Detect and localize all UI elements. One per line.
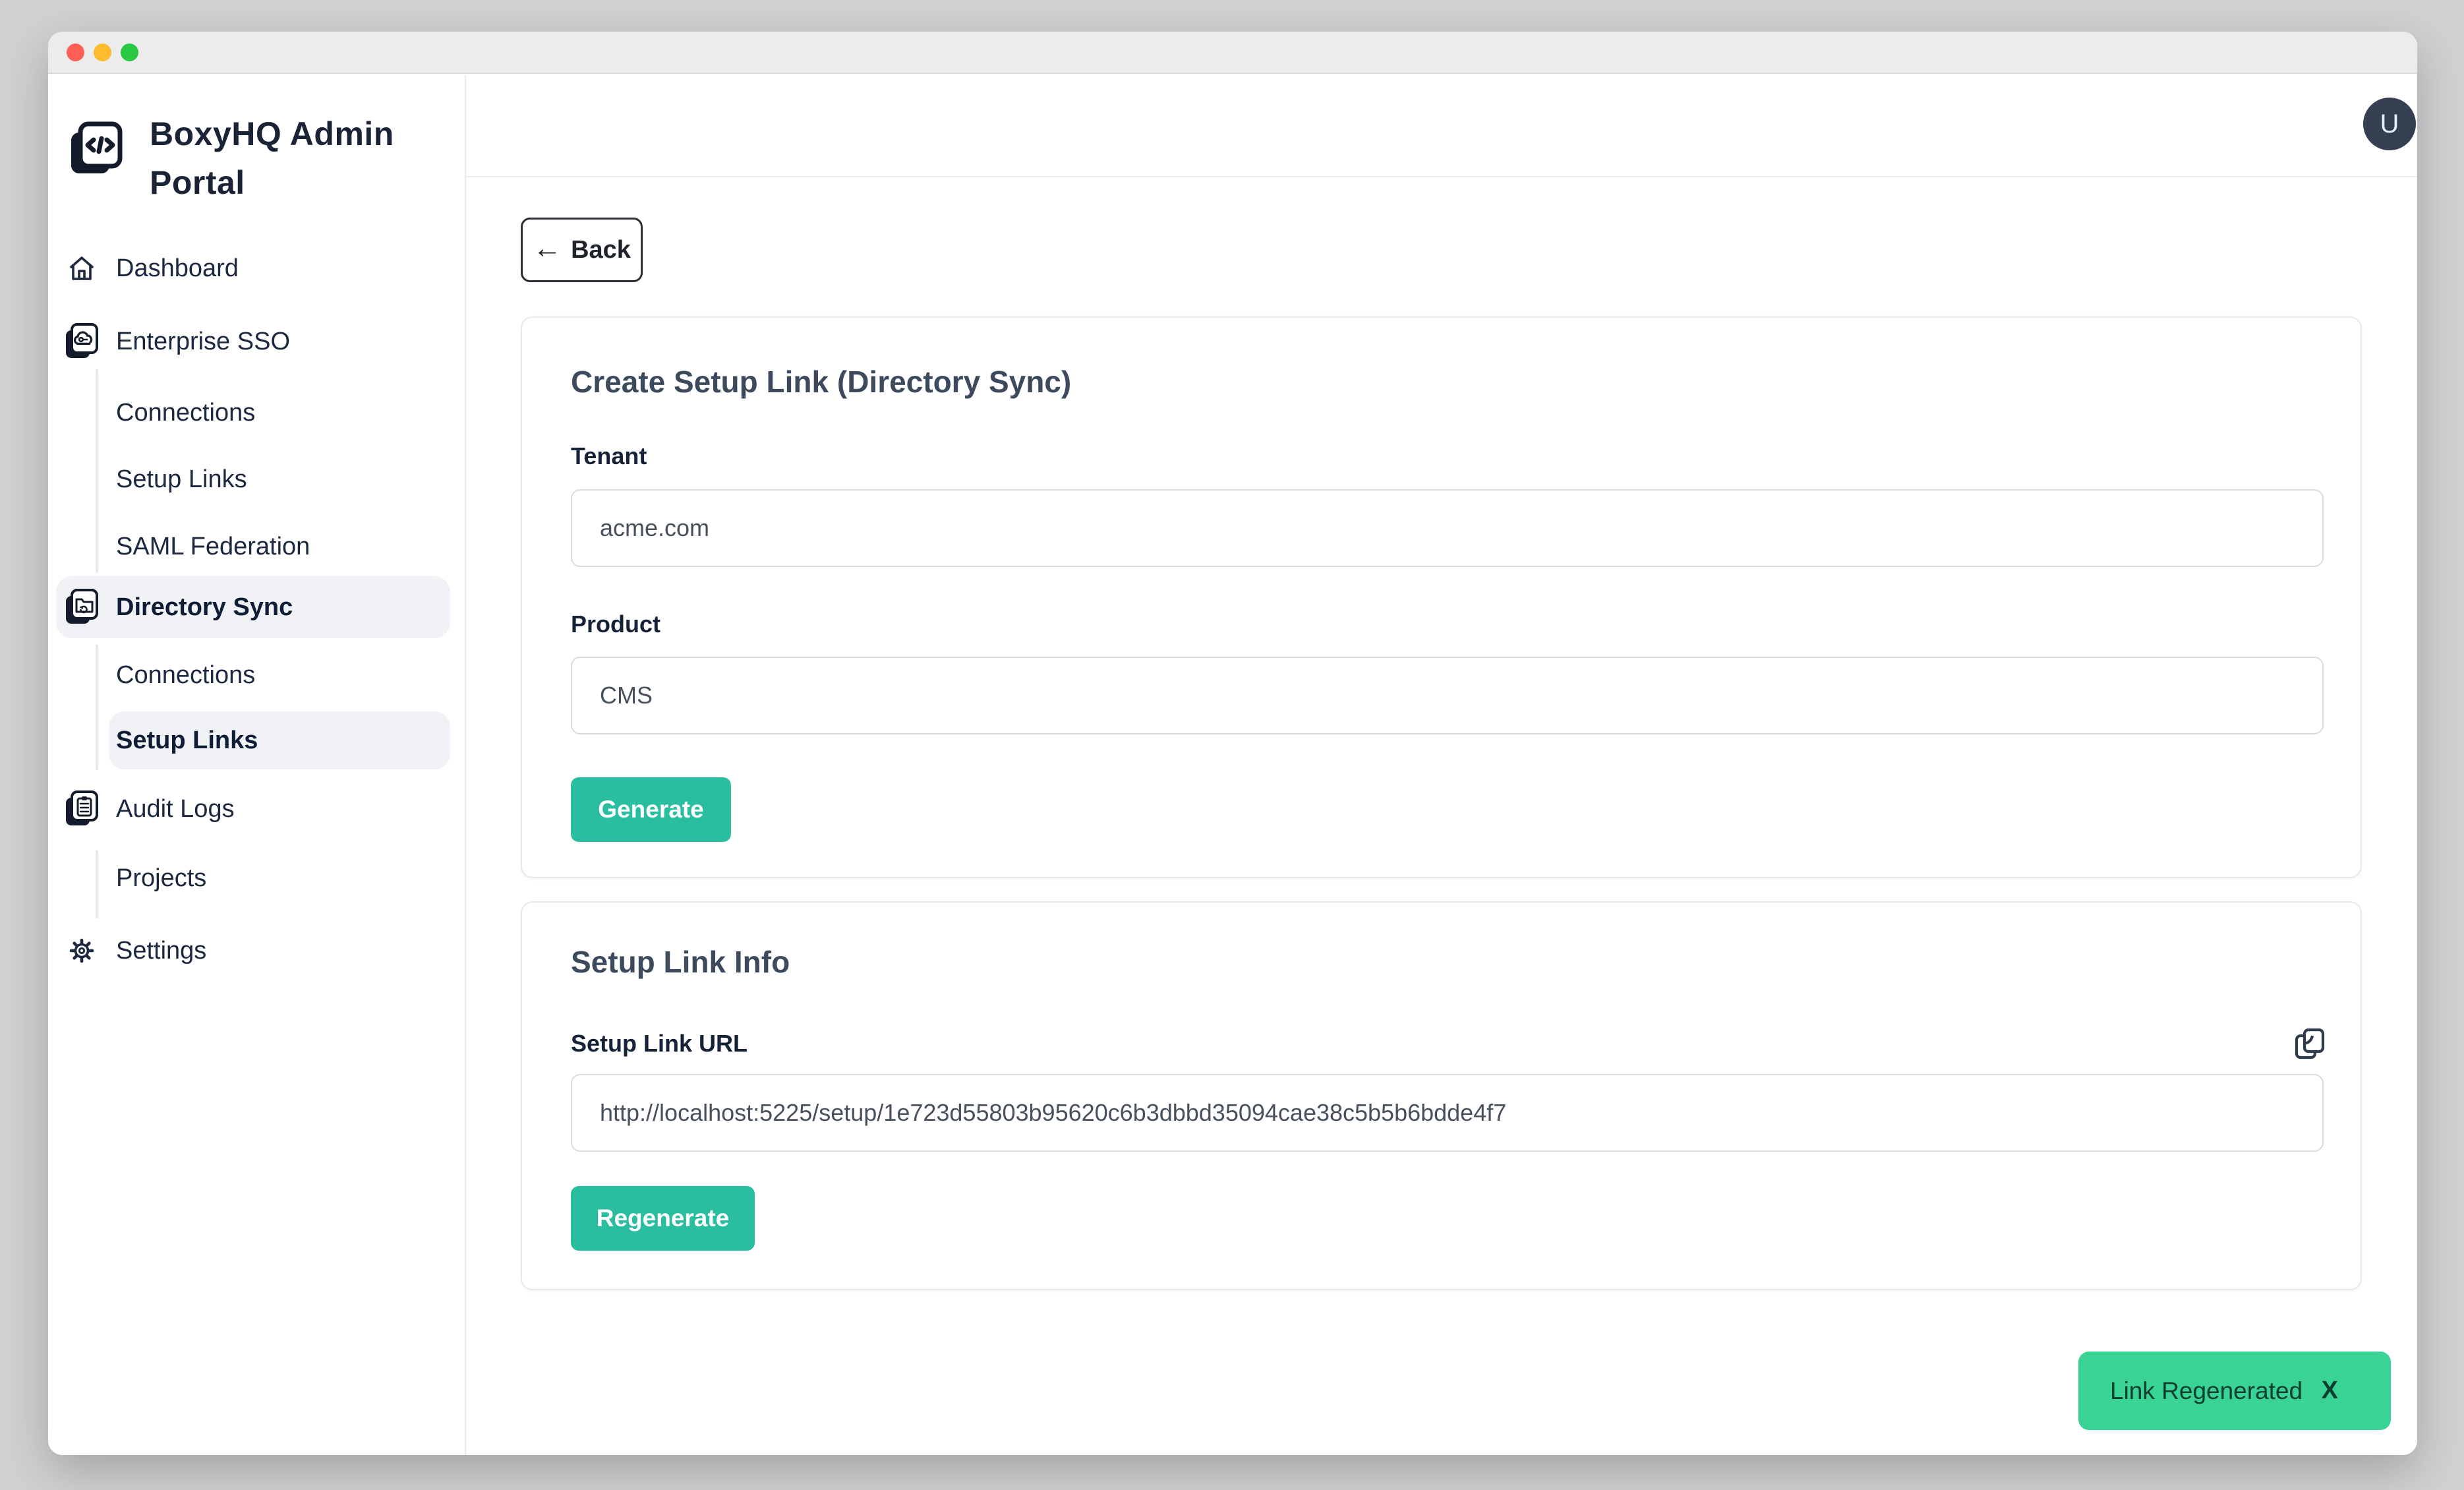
sidebar-item-sso-connections[interactable]: Connections bbox=[116, 392, 255, 433]
window-titlebar bbox=[48, 32, 2417, 74]
sidebar-item-label: Directory Sync bbox=[116, 593, 293, 622]
sidebar-item-label: Audit Logs bbox=[116, 795, 235, 823]
toast-notification: Link Regenerated X bbox=[2078, 1352, 2391, 1430]
copy-icon bbox=[2293, 1027, 2327, 1061]
back-button[interactable]: ← Back bbox=[521, 218, 643, 282]
sidebar-item-settings[interactable]: Settings bbox=[65, 930, 206, 971]
clipboard-icon bbox=[65, 790, 99, 828]
sidebar-item-label: Connections bbox=[116, 399, 255, 427]
folder-sync-icon bbox=[65, 588, 99, 626]
indent-line-sso bbox=[96, 369, 98, 573]
boxyhq-logo-icon bbox=[69, 121, 125, 177]
sidebar-item-label: Connections bbox=[116, 661, 255, 690]
main-content: U ← Back Create Setup Link (Directory Sy… bbox=[466, 75, 2417, 1455]
app-title: BoxyHQ Admin Portal bbox=[150, 109, 440, 207]
sidebar-item-dashboard[interactable]: Dashboard bbox=[65, 248, 239, 289]
card-title: Create Setup Link (Directory Sync) bbox=[571, 362, 1071, 402]
sidebar-item-sso-setup-links[interactable]: Setup Links bbox=[116, 459, 247, 500]
sso-cloud-key-icon bbox=[65, 322, 99, 361]
setup-link-url-input[interactable] bbox=[571, 1074, 2324, 1152]
sidebar-item-directory-sync[interactable]: Directory Sync bbox=[65, 587, 293, 628]
sidebar-item-label: SAML Federation bbox=[116, 533, 310, 561]
product-label: Product bbox=[571, 609, 660, 640]
sidebar-item-projects[interactable]: Projects bbox=[116, 858, 206, 899]
sidebar-item-enterprise-sso[interactable]: Enterprise SSO bbox=[65, 321, 290, 362]
sidebar-item-label: Setup Links bbox=[116, 465, 247, 494]
top-header: U bbox=[466, 75, 2417, 177]
sidebar-item-label: Settings bbox=[116, 937, 206, 965]
home-icon bbox=[65, 253, 99, 284]
copy-button[interactable] bbox=[2293, 1027, 2327, 1061]
sidebar-item-label: Dashboard bbox=[116, 254, 239, 283]
sidebar: BoxyHQ Admin Portal Dashboard bbox=[48, 75, 466, 1455]
toast-message: Link Regenerated bbox=[2110, 1377, 2303, 1405]
sidebar-item-saml-federation[interactable]: SAML Federation bbox=[116, 526, 310, 567]
product-input[interactable] bbox=[571, 657, 2324, 734]
create-setup-link-card: Create Setup Link (Directory Sync) Tenan… bbox=[521, 316, 2362, 878]
tenant-input[interactable] bbox=[571, 489, 2324, 567]
tenant-label: Tenant bbox=[571, 441, 647, 471]
gear-icon bbox=[65, 935, 99, 967]
card-title: Setup Link Info bbox=[571, 942, 790, 982]
user-avatar[interactable]: U bbox=[2363, 98, 2416, 150]
traffic-light-minimize-icon[interactable] bbox=[94, 44, 111, 61]
regenerate-button[interactable]: Regenerate bbox=[571, 1186, 755, 1251]
toast-close-button[interactable]: X bbox=[2318, 1376, 2342, 1406]
sidebar-item-dsync-setup-links[interactable]: Setup Links bbox=[116, 720, 258, 761]
app-window: BoxyHQ Admin Portal Dashboard bbox=[48, 32, 2417, 1455]
indent-line-audit bbox=[96, 850, 98, 918]
sidebar-item-dsync-connections[interactable]: Connections bbox=[116, 655, 255, 696]
setup-link-url-label: Setup Link URL bbox=[571, 1028, 748, 1059]
back-arrow-icon: ← bbox=[533, 234, 562, 263]
traffic-light-zoom-icon[interactable] bbox=[121, 44, 138, 61]
sidebar-item-label: Setup Links bbox=[116, 727, 258, 755]
indent-line-dsync bbox=[96, 644, 98, 770]
back-button-label: Back bbox=[571, 236, 631, 264]
generate-button[interactable]: Generate bbox=[571, 777, 731, 842]
sidebar-item-label: Projects bbox=[116, 864, 206, 893]
screen: { "window": { "traffic_lights": ["close"… bbox=[0, 0, 2464, 1490]
sidebar-item-label: Enterprise SSO bbox=[116, 328, 290, 356]
sidebar-item-audit-logs[interactable]: Audit Logs bbox=[65, 789, 235, 829]
setup-link-info-card: Setup Link Info Setup Link URL Regenerat… bbox=[521, 901, 2362, 1290]
traffic-light-close-icon[interactable] bbox=[67, 44, 84, 61]
